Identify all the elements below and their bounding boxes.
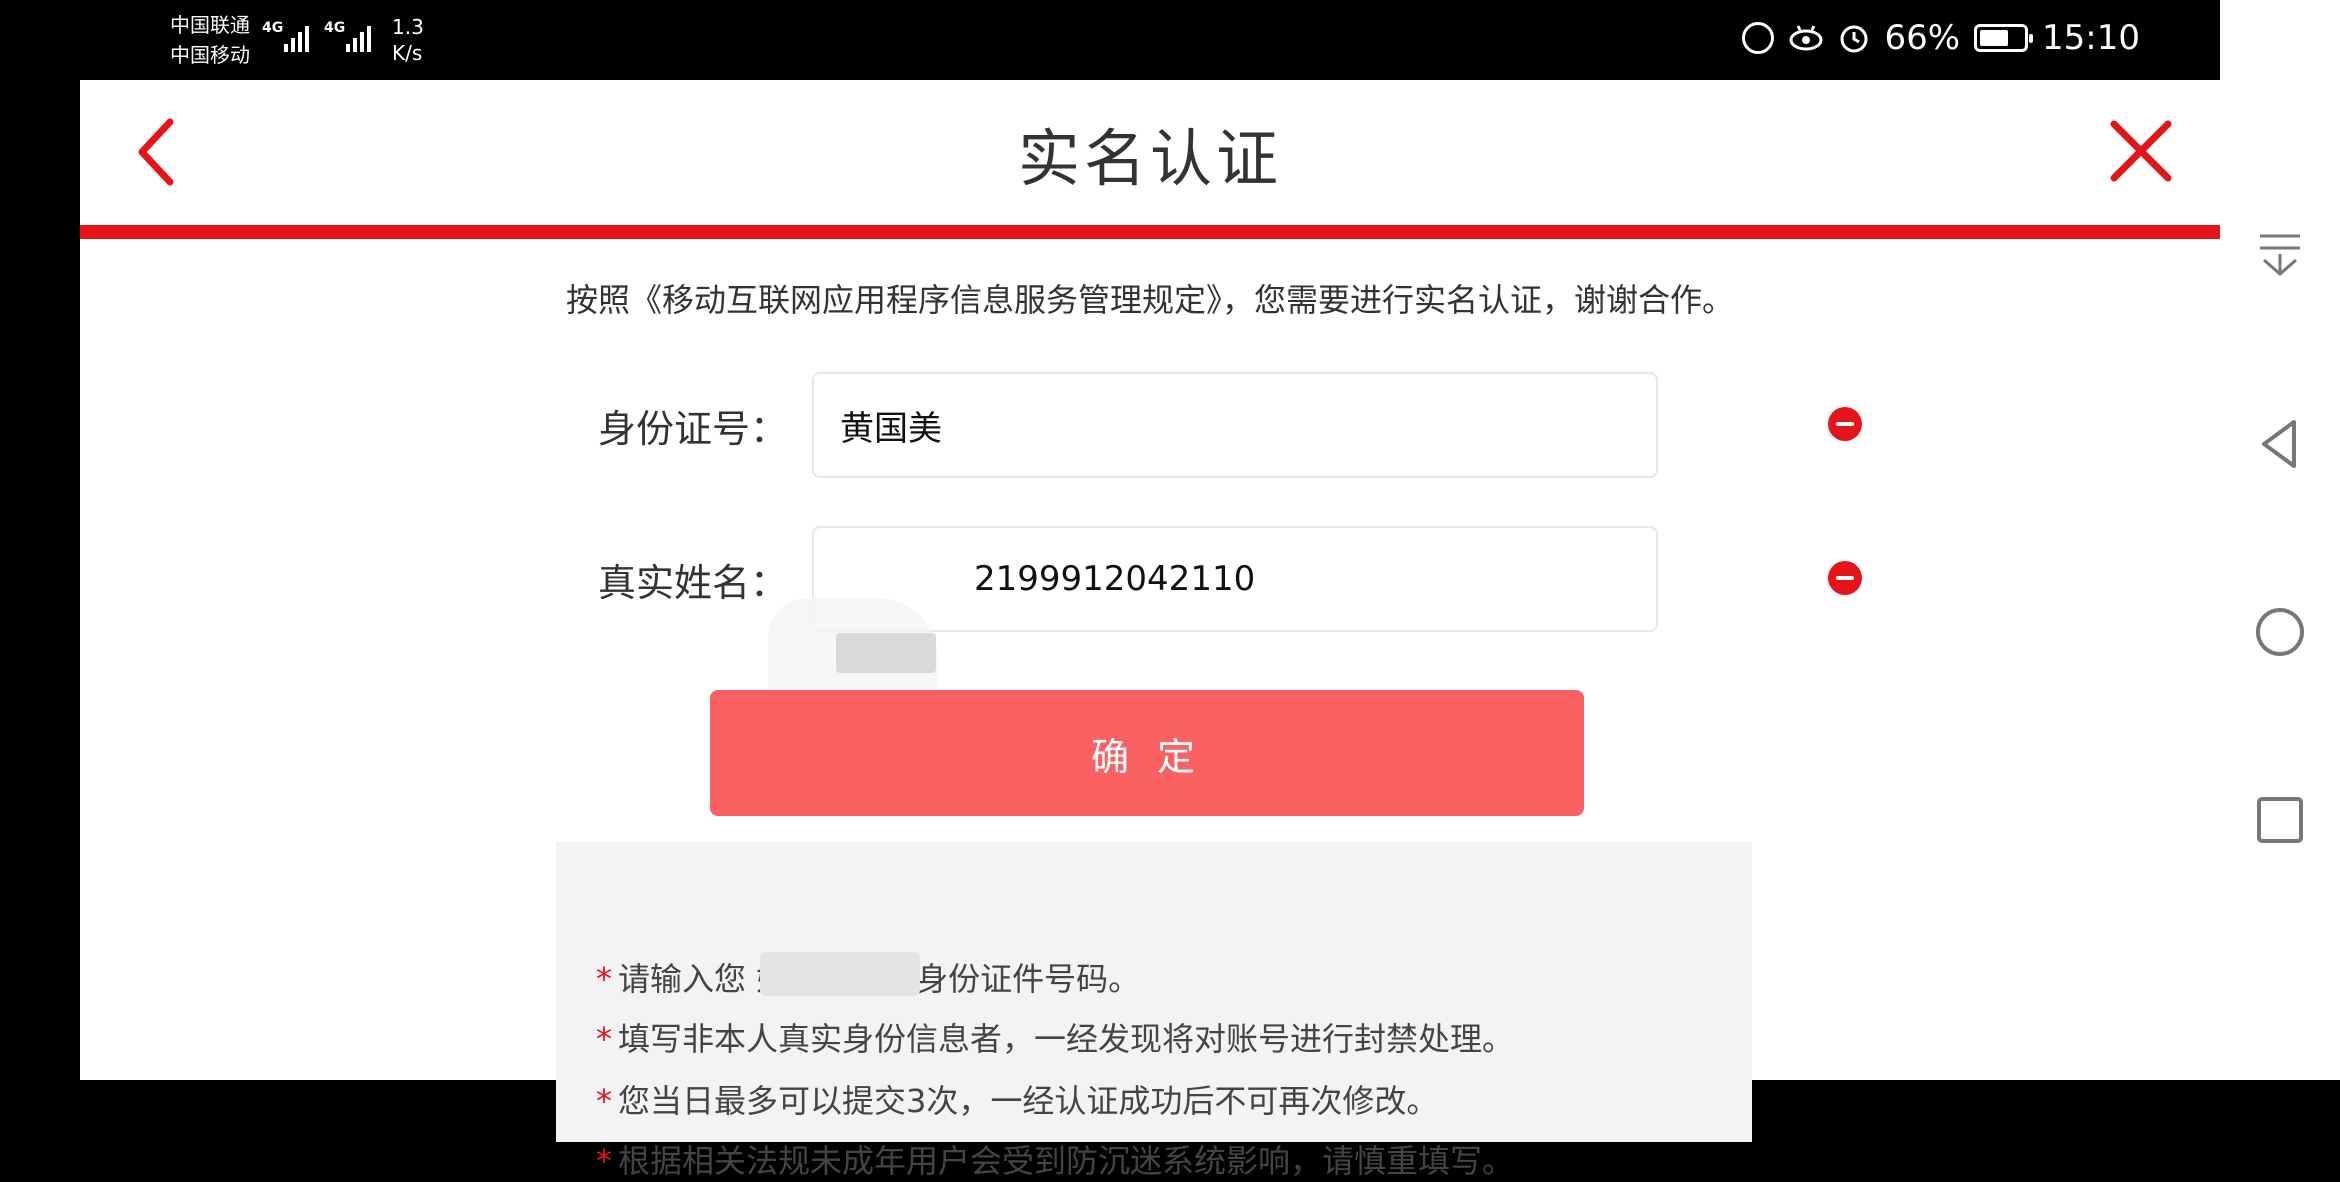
nav-back-button[interactable] <box>2250 414 2310 474</box>
clock: 15:10 <box>2042 18 2140 58</box>
close-button[interactable] <box>2100 110 2180 190</box>
confirm-button[interactable]: 确 定 <box>710 690 1584 816</box>
hd-icon <box>1742 22 1775 54</box>
header-divider <box>80 225 2220 239</box>
tip-item: * 您当日最多可以提交3次，一经认证成功后不可再次修改。 <box>596 1082 1439 1120</box>
tips-panel: * 请输入您 姓名及有效身份证件号码。 * 填写非本人真实身份信息者，一经发现将对账… <box>556 842 1752 1180</box>
speed-unit: K/s <box>392 41 423 65</box>
header: 实名认证 <box>80 80 2220 225</box>
status-right: 66% 15:10 <box>1742 18 2140 58</box>
carrier-1: 中国联通 <box>170 13 250 37</box>
network-type-2: 4G <box>324 20 346 36</box>
status-bar: 中国联通 中国移动 4G 4G 1.3 K/s 66% 15:10 <box>0 0 2220 80</box>
close-icon <box>2110 120 2172 182</box>
signal-bars-2-icon <box>346 22 371 52</box>
recents-square-icon <box>2257 797 2303 843</box>
app-window: 实名认证 按照《移动互联网应用程序信息服务管理规定》，您需要进行实名认证，谢谢合… <box>80 80 2220 1180</box>
speed-value: 1.3 <box>392 15 424 39</box>
network-type-1: 4G <box>262 20 284 36</box>
page-title: 实名认证 <box>1017 122 1282 195</box>
redaction-block <box>836 633 936 673</box>
redaction-block <box>760 952 920 996</box>
real-name-input[interactable]: 2199912042110 <box>812 526 1658 632</box>
tip-item: * 填写非本人真实身份信息者，一经发现将对账号进行封禁处理。 <box>596 1020 1515 1058</box>
id-number-label: 身份证号： <box>598 407 789 451</box>
notification-pulldown-icon <box>2260 234 2300 276</box>
carrier-info: 中国联通 中国移动 <box>170 10 250 70</box>
notice-text: 按照《移动互联网应用程序信息服务管理规定》，您需要进行实名认证，谢谢合作。 <box>565 281 1734 319</box>
notification-pulldown-button[interactable] <box>2250 226 2310 286</box>
nav-home-button[interactable] <box>2250 602 2310 662</box>
eye-comfort-icon <box>1789 25 1823 51</box>
id-number-value: 黄国美 <box>840 408 942 449</box>
system-nav-bar <box>2220 0 2340 1080</box>
battery-percent: 66% <box>1884 18 1961 58</box>
alarm-icon <box>1840 25 1868 53</box>
tip-item: * 根据相关法规未成年用户会受到防沉迷系统影响，请慎重填写。 <box>596 1142 1515 1180</box>
real-name-value: 2199912042110 <box>974 559 1256 599</box>
real-name-label: 真实姓名： <box>598 561 789 605</box>
home-circle-icon <box>2256 608 2304 656</box>
signal-bars-1-icon <box>284 22 309 52</box>
nav-recents-button[interactable] <box>2250 790 2310 850</box>
id-number-input[interactable]: 黄国美 <box>812 372 1658 478</box>
clear-real-name-button[interactable] <box>1828 561 1862 595</box>
back-triangle-icon <box>2262 420 2296 468</box>
battery-icon <box>1974 24 2034 52</box>
carrier-2: 中国移动 <box>170 43 250 67</box>
clear-id-number-button[interactable] <box>1828 407 1862 441</box>
network-speed: 1.3 K/s <box>392 14 424 66</box>
